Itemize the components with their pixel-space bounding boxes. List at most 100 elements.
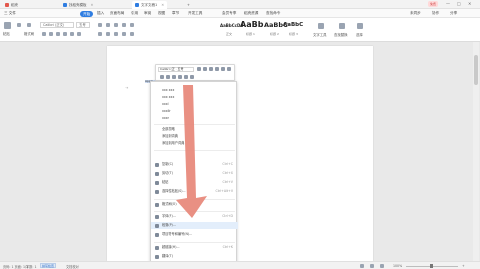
cut-item[interactable]: 剪切(T) Ctrl+X <box>151 170 238 177</box>
menu-view[interactable]: 视图 <box>158 11 165 16</box>
close-icon[interactable]: ✕ <box>161 3 164 7</box>
number-list-icon[interactable] <box>106 23 110 27</box>
sort-icon[interactable] <box>130 23 134 27</box>
new-tab-button[interactable]: + <box>184 1 193 9</box>
doc-check[interactable]: 文档校对 <box>66 264 79 269</box>
bold-icon[interactable] <box>160 75 164 79</box>
add-to-user-dictionary-item[interactable]: 添加到用户词典 <box>151 140 238 147</box>
select-label[interactable]: 选择 <box>356 32 363 37</box>
hyperlink-item[interactable]: 超链接(H)... Ctrl+K <box>151 244 238 251</box>
indent-icon[interactable] <box>114 23 118 27</box>
italic-icon[interactable] <box>49 32 53 36</box>
text-tools-icon[interactable] <box>318 23 324 29</box>
outdent-icon[interactable] <box>122 23 126 27</box>
tab-docer[interactable]: 稻壳 <box>2 1 21 9</box>
collaborate-button[interactable]: 协作 <box>432 11 439 16</box>
copy-icon[interactable] <box>27 23 31 27</box>
spell-check-badge[interactable]: 拼写检查 <box>40 263 57 268</box>
suggestion-label: xxx xxx <box>162 88 175 92</box>
select-icon[interactable] <box>357 23 363 29</box>
font-item[interactable]: 字体(F)... Ctrl+D <box>151 213 238 220</box>
spelling-suggestion[interactable]: xxx xxx <box>151 94 238 101</box>
menu-references[interactable]: 引用 <box>131 11 138 16</box>
add-to-dictionary-item[interactable]: 添加到词典 <box>151 133 238 140</box>
menu-section[interactable]: 章节 <box>172 11 179 16</box>
outline-view-icon[interactable] <box>380 264 384 268</box>
menu-file[interactable]: 三 文件 <box>4 11 16 16</box>
tab-template[interactable]: 找稻壳模板 ✕ <box>60 1 96 9</box>
font-color-icon[interactable] <box>70 32 74 36</box>
menu-developer[interactable]: 开发工具 <box>188 11 202 16</box>
cut-icon[interactable] <box>17 23 21 27</box>
search-command[interactable]: 查找命令 <box>266 11 280 16</box>
format-painter-label[interactable]: 格式刷 <box>24 31 34 36</box>
paste-icon[interactable] <box>4 22 11 29</box>
copy-item[interactable]: 复制(C) Ctrl+C <box>151 161 238 168</box>
zoom-in-icon[interactable]: + <box>462 264 465 268</box>
grow-font-icon[interactable] <box>197 67 201 71</box>
strikethrough-icon[interactable] <box>63 32 67 36</box>
align-center-icon[interactable] <box>106 32 110 36</box>
underline-icon[interactable] <box>56 32 60 36</box>
menu-review[interactable]: 审阅 <box>144 11 151 16</box>
tab-document[interactable]: 文字文稿1 ✕ <box>132 1 168 9</box>
translate-item[interactable]: 翻译(T) <box>151 253 238 260</box>
share-button[interactable]: 分享 <box>450 11 457 16</box>
maximize-icon[interactable]: □ <box>457 1 461 6</box>
paragraph-icon[interactable] <box>227 67 231 71</box>
underline-icon[interactable] <box>172 75 176 79</box>
menu-home[interactable]: 开始 <box>80 10 94 17</box>
read-mode-icon[interactable] <box>360 264 364 268</box>
find-replace-label[interactable]: 查找替换 <box>334 32 348 37</box>
justify-icon[interactable] <box>122 32 126 36</box>
close-icon[interactable]: ✕ <box>91 3 94 7</box>
bullet-list-icon[interactable] <box>98 23 102 27</box>
close-window-icon[interactable]: ✕ <box>468 1 471 6</box>
align-right-icon[interactable] <box>114 32 118 36</box>
italic-icon[interactable] <box>166 75 170 79</box>
highlight-icon[interactable] <box>178 75 182 79</box>
shrink-font-icon[interactable] <box>203 67 207 71</box>
minimize-icon[interactable]: — <box>446 1 450 6</box>
word-count[interactable]: 字数: 1 <box>26 264 37 269</box>
bold-icon[interactable] <box>42 32 46 36</box>
shortcut-label: Ctrl+Alt+V <box>215 189 233 193</box>
paste-item[interactable]: 粘贴 Ctrl+V <box>151 179 238 186</box>
cut-icon <box>155 172 159 176</box>
line-spacing-icon[interactable] <box>215 67 219 71</box>
menu-layout[interactable]: 页面布局 <box>110 11 124 16</box>
mini-font-select[interactable]: Calibri (正 · 五号 <box>158 67 194 72</box>
style-h1-sample[interactable]: AaBb <box>240 20 263 29</box>
menu-item-label: 全部忽略 <box>162 127 175 131</box>
text-tools-label[interactable]: 文字工具 <box>313 32 327 37</box>
bullets-numbering-item[interactable]: 项目符号和编号(N)... <box>151 231 238 238</box>
style-h3-sample[interactable]: AaBbC <box>283 22 303 28</box>
paragraph-item[interactable]: 段落(P)... <box>151 222 238 229</box>
spelling-suggestion[interactable]: xxxr <box>151 115 238 122</box>
page-view-icon[interactable] <box>370 264 374 268</box>
sync-status[interactable]: 未同步 <box>410 11 421 16</box>
spelling-suggestion[interactable]: xxxl <box>151 101 238 108</box>
format-painter-item[interactable]: 格式刷(O) <box>151 201 238 208</box>
font-name-select[interactable]: Calibri (正文) <box>40 22 74 28</box>
menu-docer[interactable]: 稻壳资源 <box>244 11 258 16</box>
highlight-icon[interactable] <box>77 32 81 36</box>
ignore-all-item[interactable]: 全部忽略 <box>151 126 238 133</box>
paste-special-item[interactable]: 选择性粘贴(S)... Ctrl+Alt+V <box>151 188 238 195</box>
menu-insert[interactable]: 插入 <box>97 11 104 16</box>
scrollbar-thumb[interactable] <box>474 55 478 85</box>
user-badge[interactable]: 免费 <box>428 1 439 7</box>
zoom-slider-knob[interactable] <box>430 264 433 268</box>
font-color-icon[interactable] <box>184 75 188 79</box>
spelling-suggestion[interactable]: xxx xxx <box>151 87 238 94</box>
clear-format-icon[interactable] <box>209 67 213 71</box>
spelling-suggestion[interactable]: xxxllr <box>151 108 238 115</box>
align-icon[interactable] <box>221 67 225 71</box>
line-spacing-icon[interactable] <box>130 32 134 36</box>
menu-member[interactable]: 会员专享 <box>222 11 236 16</box>
font-size-select[interactable]: 五号 <box>76 22 90 28</box>
align-left-icon[interactable] <box>98 32 102 36</box>
find-replace-icon[interactable] <box>339 23 345 29</box>
format-painter-icon[interactable] <box>190 75 194 79</box>
style-h3-caption: 标题 3 <box>289 32 298 36</box>
